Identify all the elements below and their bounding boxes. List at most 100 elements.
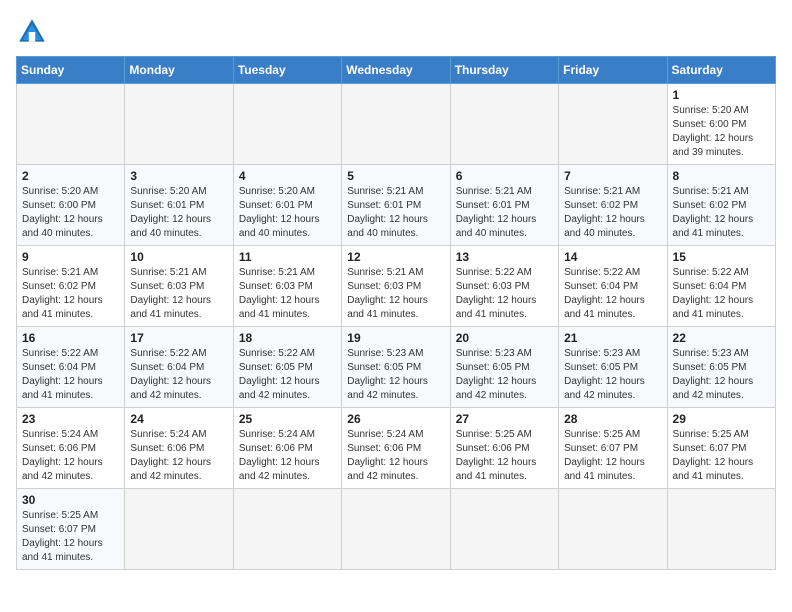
day-number: 15 bbox=[673, 250, 770, 264]
day-info: Sunrise: 5:23 AM Sunset: 6:05 PM Dayligh… bbox=[347, 347, 444, 403]
day-info: Sunrise: 5:24 AM Sunset: 6:06 PM Dayligh… bbox=[22, 428, 119, 484]
day-number: 7 bbox=[564, 169, 661, 183]
header-cell-saturday: Saturday bbox=[667, 57, 775, 84]
calendar-cell: 30 Sunrise: 5:25 AM Sunset: 6:07 PM Dayli… bbox=[17, 489, 125, 570]
calendar-cell bbox=[125, 489, 233, 570]
calendar-cell: 28Sunrise: 5:25 AM Sunset: 6:07 PM Dayli… bbox=[559, 408, 667, 489]
day-info: Sunrise: 5:24 AM Sunset: 6:06 PM Dayligh… bbox=[347, 428, 444, 484]
calendar-cell bbox=[667, 489, 775, 570]
day-number: 5 bbox=[347, 169, 444, 183]
day-number: 26 bbox=[347, 412, 444, 426]
day-number: 1 bbox=[673, 88, 770, 102]
calendar-cell bbox=[559, 84, 667, 165]
calendar-cell: 6Sunrise: 5:21 AM Sunset: 6:01 PM Daylig… bbox=[450, 165, 558, 246]
week-row-3: 16Sunrise: 5:22 AM Sunset: 6:04 PM Dayli… bbox=[17, 327, 776, 408]
calendar-cell: 9 Sunrise: 5:21 AM Sunset: 6:02 PM Daylig… bbox=[17, 246, 125, 327]
calendar-cell: 19 Sunrise: 5:23 AM Sunset: 6:05 PM Dayli… bbox=[342, 327, 450, 408]
day-number: 18 bbox=[239, 331, 336, 345]
day-info: Sunrise: 5:25 AM Sunset: 6:07 PM Dayligh… bbox=[22, 509, 119, 565]
day-info: Sunrise: 5:21 AM Sunset: 6:02 PM Dayligh… bbox=[564, 185, 661, 241]
calendar-cell: 7 Sunrise: 5:21 AM Sunset: 6:02 PM Daylig… bbox=[559, 165, 667, 246]
calendar-cell: 17Sunrise: 5:22 AM Sunset: 6:04 PM Dayli… bbox=[125, 327, 233, 408]
day-number: 23 bbox=[22, 412, 119, 426]
day-info: Sunrise: 5:25 AM Sunset: 6:07 PM Dayligh… bbox=[564, 428, 661, 484]
header bbox=[16, 16, 776, 48]
calendar-cell bbox=[125, 84, 233, 165]
header-cell-tuesday: Tuesday bbox=[233, 57, 341, 84]
day-number: 4 bbox=[239, 169, 336, 183]
week-row-2: 9 Sunrise: 5:21 AM Sunset: 6:02 PM Daylig… bbox=[17, 246, 776, 327]
week-row-4: 23 Sunrise: 5:24 AM Sunset: 6:06 PM Dayli… bbox=[17, 408, 776, 489]
header-cell-sunday: Sunday bbox=[17, 57, 125, 84]
calendar-body: 1 Sunrise: 5:20 AM Sunset: 6:00 PM Daylig… bbox=[17, 84, 776, 570]
day-info: Sunrise: 5:20 AM Sunset: 6:00 PM Dayligh… bbox=[22, 185, 119, 241]
calendar-cell: 16Sunrise: 5:22 AM Sunset: 6:04 PM Dayli… bbox=[17, 327, 125, 408]
calendar-cell: 2 Sunrise: 5:20 AM Sunset: 6:00 PM Daylig… bbox=[17, 165, 125, 246]
calendar-cell: 15 Sunrise: 5:22 AM Sunset: 6:04 PM Dayli… bbox=[667, 246, 775, 327]
day-number: 21 bbox=[564, 331, 661, 345]
day-number: 11 bbox=[239, 250, 336, 264]
calendar-cell: 1 Sunrise: 5:20 AM Sunset: 6:00 PM Daylig… bbox=[667, 84, 775, 165]
day-number: 2 bbox=[22, 169, 119, 183]
calendar-cell bbox=[233, 84, 341, 165]
header-cell-monday: Monday bbox=[125, 57, 233, 84]
day-info: Sunrise: 5:21 AM Sunset: 6:01 PM Dayligh… bbox=[456, 185, 553, 241]
calendar-cell: 21 Sunrise: 5:23 AM Sunset: 6:05 PM Dayli… bbox=[559, 327, 667, 408]
calendar-cell bbox=[342, 489, 450, 570]
logo bbox=[16, 16, 52, 48]
calendar-table: SundayMondayTuesdayWednesdayThursdayFrid… bbox=[16, 56, 776, 570]
day-number: 25 bbox=[239, 412, 336, 426]
day-info: Sunrise: 5:22 AM Sunset: 6:04 PM Dayligh… bbox=[130, 347, 227, 403]
day-number: 3 bbox=[130, 169, 227, 183]
calendar-cell: 25Sunrise: 5:24 AM Sunset: 6:06 PM Dayli… bbox=[233, 408, 341, 489]
day-number: 9 bbox=[22, 250, 119, 264]
day-info: Sunrise: 5:22 AM Sunset: 6:04 PM Dayligh… bbox=[22, 347, 119, 403]
calendar-cell: 24Sunrise: 5:24 AM Sunset: 6:06 PM Dayli… bbox=[125, 408, 233, 489]
day-number: 22 bbox=[673, 331, 770, 345]
day-info: Sunrise: 5:25 AM Sunset: 6:07 PM Dayligh… bbox=[673, 428, 770, 484]
day-number: 19 bbox=[347, 331, 444, 345]
calendar-cell: 20Sunrise: 5:23 AM Sunset: 6:05 PM Dayli… bbox=[450, 327, 558, 408]
calendar-cell: 14 Sunrise: 5:22 AM Sunset: 6:04 PM Dayli… bbox=[559, 246, 667, 327]
calendar-cell: 27Sunrise: 5:25 AM Sunset: 6:06 PM Dayli… bbox=[450, 408, 558, 489]
day-info: Sunrise: 5:21 AM Sunset: 6:02 PM Dayligh… bbox=[22, 266, 119, 322]
day-number: 14 bbox=[564, 250, 661, 264]
day-number: 27 bbox=[456, 412, 553, 426]
day-info: Sunrise: 5:20 AM Sunset: 6:01 PM Dayligh… bbox=[239, 185, 336, 241]
calendar-cell: 10Sunrise: 5:21 AM Sunset: 6:03 PM Dayli… bbox=[125, 246, 233, 327]
calendar-cell: 23 Sunrise: 5:24 AM Sunset: 6:06 PM Dayli… bbox=[17, 408, 125, 489]
calendar-cell: 11Sunrise: 5:21 AM Sunset: 6:03 PM Dayli… bbox=[233, 246, 341, 327]
day-number: 10 bbox=[130, 250, 227, 264]
day-info: Sunrise: 5:21 AM Sunset: 6:02 PM Dayligh… bbox=[673, 185, 770, 241]
day-number: 29 bbox=[673, 412, 770, 426]
day-number: 20 bbox=[456, 331, 553, 345]
day-info: Sunrise: 5:23 AM Sunset: 6:05 PM Dayligh… bbox=[673, 347, 770, 403]
week-row-5: 30 Sunrise: 5:25 AM Sunset: 6:07 PM Dayli… bbox=[17, 489, 776, 570]
calendar-cell: 5Sunrise: 5:21 AM Sunset: 6:01 PM Daylig… bbox=[342, 165, 450, 246]
day-number: 13 bbox=[456, 250, 553, 264]
day-info: Sunrise: 5:21 AM Sunset: 6:03 PM Dayligh… bbox=[347, 266, 444, 322]
day-info: Sunrise: 5:22 AM Sunset: 6:05 PM Dayligh… bbox=[239, 347, 336, 403]
calendar-cell bbox=[450, 489, 558, 570]
calendar-header: SundayMondayTuesdayWednesdayThursdayFrid… bbox=[17, 57, 776, 84]
day-info: Sunrise: 5:20 AM Sunset: 6:01 PM Dayligh… bbox=[130, 185, 227, 241]
day-number: 30 bbox=[22, 493, 119, 507]
week-row-0: 1 Sunrise: 5:20 AM Sunset: 6:00 PM Daylig… bbox=[17, 84, 776, 165]
calendar-cell: 18 Sunrise: 5:22 AM Sunset: 6:05 PM Dayli… bbox=[233, 327, 341, 408]
calendar-cell: 13 Sunrise: 5:22 AM Sunset: 6:03 PM Dayli… bbox=[450, 246, 558, 327]
calendar-cell bbox=[17, 84, 125, 165]
day-number: 12 bbox=[347, 250, 444, 264]
calendar-cell bbox=[450, 84, 558, 165]
calendar-cell bbox=[342, 84, 450, 165]
day-info: Sunrise: 5:23 AM Sunset: 6:05 PM Dayligh… bbox=[564, 347, 661, 403]
day-info: Sunrise: 5:24 AM Sunset: 6:06 PM Dayligh… bbox=[130, 428, 227, 484]
day-info: Sunrise: 5:22 AM Sunset: 6:04 PM Dayligh… bbox=[673, 266, 770, 322]
calendar-cell: 4 Sunrise: 5:20 AM Sunset: 6:01 PM Daylig… bbox=[233, 165, 341, 246]
day-info: Sunrise: 5:20 AM Sunset: 6:00 PM Dayligh… bbox=[673, 104, 770, 160]
day-info: Sunrise: 5:22 AM Sunset: 6:04 PM Dayligh… bbox=[564, 266, 661, 322]
header-cell-thursday: Thursday bbox=[450, 57, 558, 84]
logo-icon bbox=[16, 16, 48, 48]
day-number: 8 bbox=[673, 169, 770, 183]
day-info: Sunrise: 5:22 AM Sunset: 6:03 PM Dayligh… bbox=[456, 266, 553, 322]
calendar-cell bbox=[559, 489, 667, 570]
